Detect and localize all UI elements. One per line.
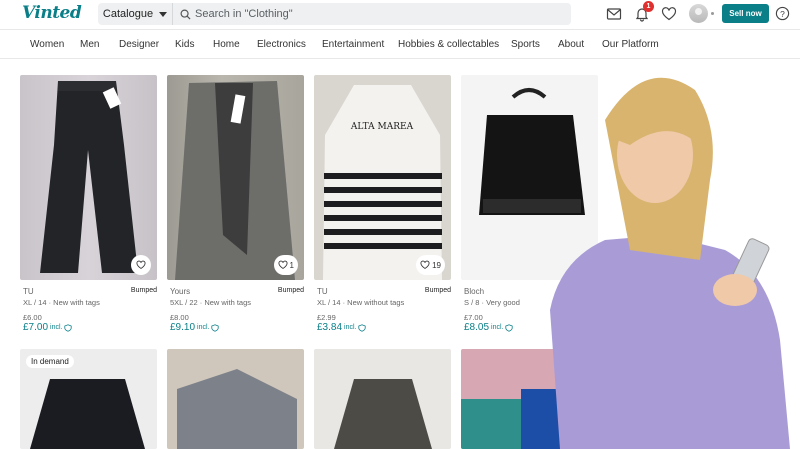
incl-label: incl. (491, 324, 504, 331)
item-brand: Bloch (464, 287, 485, 296)
item-price-incl: £7.00 incl. (23, 322, 73, 333)
item-photo[interactable] (20, 75, 157, 280)
bumped-label: Bumped (424, 287, 451, 294)
sweater-print-text: ALTA MAREA (350, 122, 414, 132)
heart-icon (420, 260, 430, 269)
item-price-incl: £3.84 incl. (317, 322, 367, 333)
item-photo[interactable] (167, 75, 304, 280)
item-price: £2.99 (317, 313, 336, 322)
search-input[interactable] (195, 8, 555, 20)
avatar-menu-icon[interactable] (711, 12, 714, 15)
top-header: Vinted Catalogue 1 Sell now ? (0, 0, 800, 29)
favourite-count: 1 (289, 260, 294, 270)
trousers-image (40, 81, 138, 273)
nav-hobbies[interactable]: Hobbies & collectables (398, 39, 499, 50)
price-incl-value: £8.05 (464, 322, 490, 333)
cardigan-image (175, 81, 295, 280)
item-brand: TU (317, 287, 328, 296)
nav-electronics[interactable]: Electronics (257, 39, 306, 50)
price-incl-value: £9.10 (170, 322, 196, 333)
coat-image (334, 379, 432, 449)
item-photo[interactable]: In demand (20, 349, 157, 449)
in-demand-badge: In demand (26, 355, 74, 368)
favourite-button[interactable]: 1 (273, 255, 298, 275)
category-nav: Women Men Designer Kids Home Electronics… (0, 29, 800, 59)
sell-now-button[interactable]: Sell now (722, 4, 769, 23)
heart-icon[interactable] (661, 6, 677, 22)
item-photo[interactable] (167, 349, 304, 449)
favourite-button[interactable] (131, 255, 151, 275)
nav-entertainment[interactable]: Entertainment (322, 39, 384, 50)
nav-men[interactable]: Men (80, 39, 99, 50)
catalogue-dropdown[interactable]: Catalogue (98, 3, 173, 25)
bumped-label: Bumped (277, 287, 304, 294)
item-photo[interactable]: ALTA MAREA (314, 75, 451, 280)
presenter-photo (550, 77, 790, 449)
incl-label: incl. (197, 324, 210, 331)
price-incl-value: £3.84 (317, 322, 343, 333)
incl-label: incl. (344, 324, 357, 331)
item-size: XL / 14 · New without tags (317, 298, 405, 307)
item-brand: TU (23, 287, 34, 296)
search-bar: Catalogue (98, 3, 571, 25)
price-incl-value: £7.00 (23, 322, 49, 333)
item-price-incl: £8.05 incl. (464, 322, 514, 333)
incl-label: incl. (50, 324, 63, 331)
shield-icon (211, 323, 220, 332)
help-icon[interactable]: ? (775, 6, 790, 21)
item-brand: Yours (170, 287, 191, 296)
vinted-logo[interactable]: Vinted (22, 3, 82, 23)
nav-sports[interactable]: Sports (511, 39, 540, 50)
nav-women[interactable]: Women (30, 39, 64, 50)
nav-kids[interactable]: Kids (175, 39, 194, 50)
heart-icon (278, 260, 288, 269)
shield-icon (358, 323, 367, 332)
heart-icon (136, 260, 146, 269)
nav-about[interactable]: About (558, 39, 584, 50)
search-icon (180, 9, 191, 20)
nav-designer[interactable]: Designer (119, 39, 159, 50)
bumped-label: Bumped (130, 287, 157, 294)
mail-icon[interactable] (606, 6, 622, 22)
notification-badge: 1 (643, 1, 654, 12)
item-size: S / 8 · Very good (464, 298, 520, 307)
item-photo[interactable] (314, 349, 451, 449)
shield-icon (64, 323, 73, 332)
blazer-image (177, 369, 297, 449)
item-price: £8.00 (170, 313, 189, 322)
nav-home[interactable]: Home (213, 39, 240, 50)
item-price: £7.00 (464, 313, 483, 322)
catalogue-label: Catalogue (102, 8, 154, 20)
item-price-incl: £9.10 incl. (170, 322, 220, 333)
item-size: XL / 14 · New with tags (23, 298, 100, 307)
striped-sweater-image: ALTA MAREA (323, 85, 442, 280)
shield-icon (505, 323, 514, 332)
item-size: 5XL / 22 · New with tags (170, 298, 252, 307)
chevron-down-icon (159, 11, 168, 17)
svg-text:?: ? (780, 9, 785, 19)
avatar[interactable] (689, 4, 708, 23)
item-price: £6.00 (23, 313, 42, 322)
nav-our-platform[interactable]: Our Platform (602, 39, 659, 50)
favourite-button[interactable]: 19 (416, 255, 445, 275)
favourite-count: 19 (432, 260, 441, 270)
